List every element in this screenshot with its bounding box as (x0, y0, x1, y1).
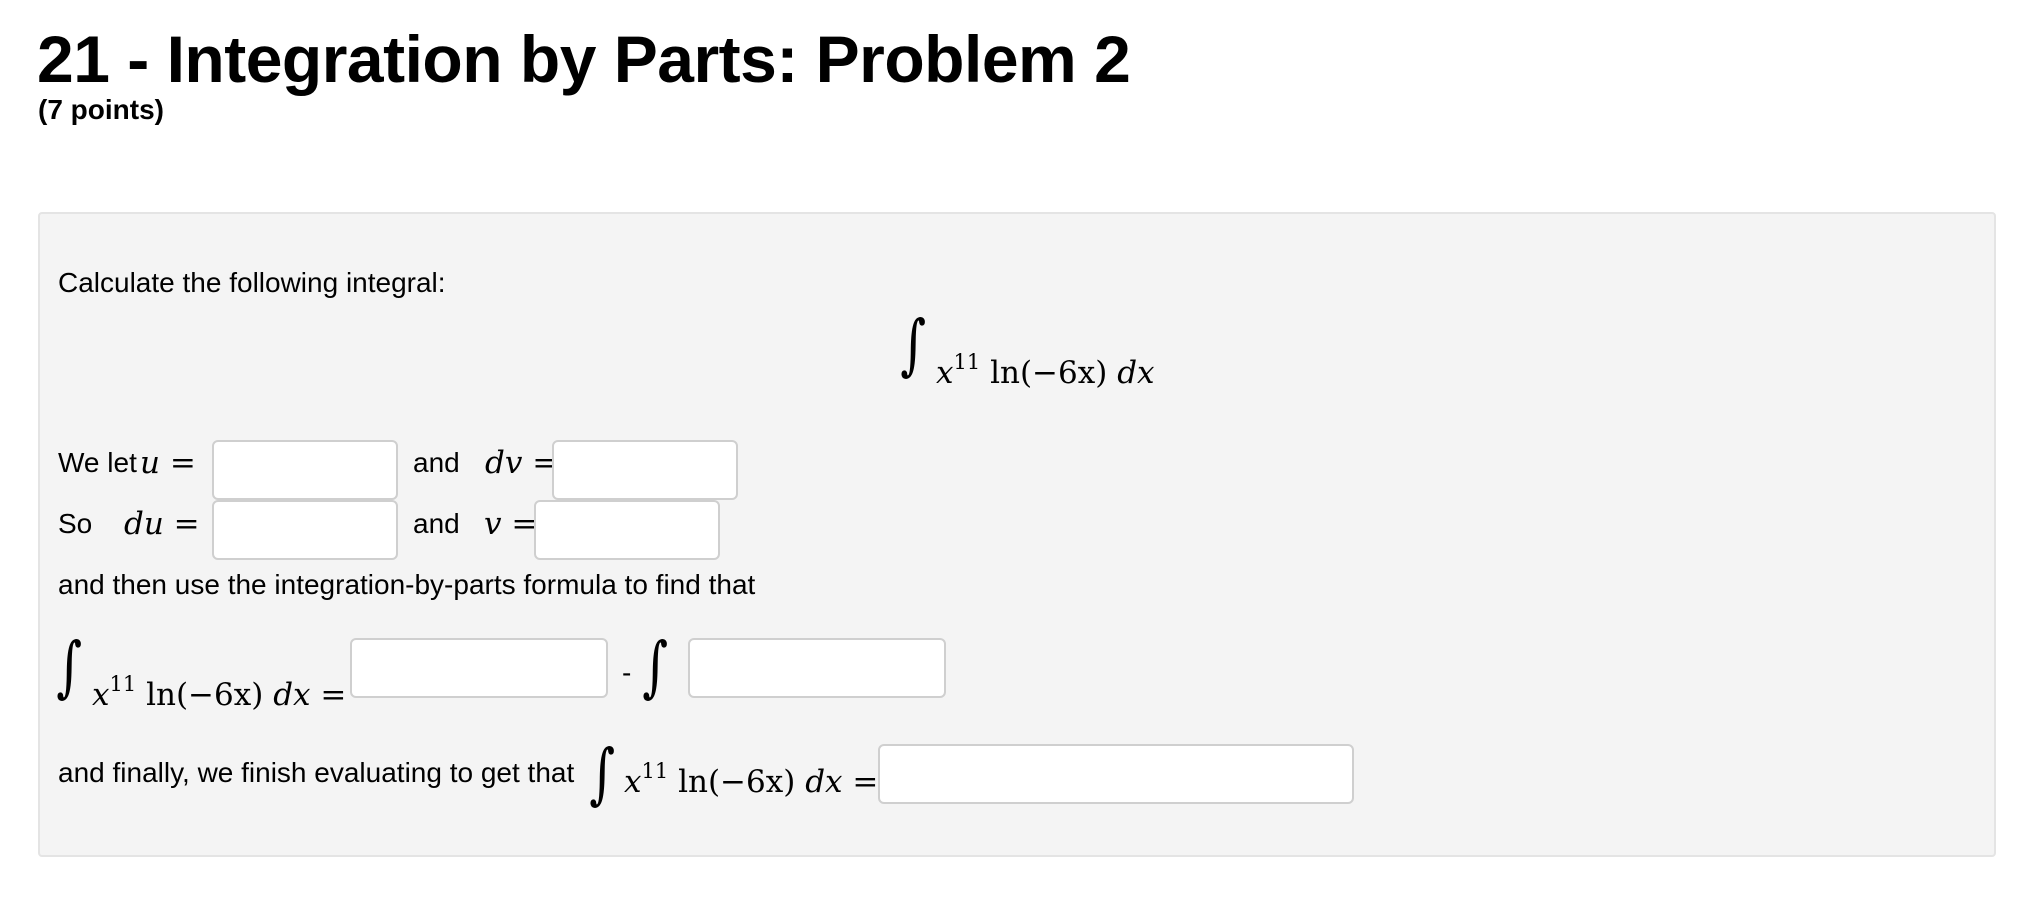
integral-sign-icon: ∫ (589, 735, 616, 812)
v-input[interactable] (534, 500, 720, 560)
and-label-1: and (413, 447, 460, 478)
remaining-integrand-input[interactable] (688, 638, 946, 698)
v-symbol: v = (484, 506, 538, 542)
u-symbol: u = (140, 445, 196, 481)
u-input[interactable] (212, 440, 398, 500)
dv-symbol: dv = (485, 445, 559, 481)
uv-term-input[interactable] (350, 638, 608, 698)
integral-sign-icon: ∫ (900, 306, 927, 383)
intro-text: Calculate the following integral: (58, 267, 446, 298)
dv-input[interactable] (552, 440, 738, 500)
integral-sign-icon: ∫ (642, 628, 669, 705)
final-text: and finally, we finish evaluating to get… (58, 757, 575, 788)
parts-lhs-expression: x11 ln(−6x) dx = (92, 672, 347, 713)
final-answer-input[interactable] (878, 744, 1354, 804)
problem-panel: Calculate the following integral: ∫ x11 … (38, 212, 1996, 857)
minus-sign: - (622, 657, 632, 688)
du-input[interactable] (212, 500, 398, 560)
we-let-label: We let (58, 447, 137, 478)
points-label: (7 points) (38, 94, 164, 125)
formula-text: and then use the integration-by-parts fo… (58, 569, 756, 600)
final-lhs-expression: x11 ln(−6x) dx = (624, 759, 879, 800)
and-label-2: and (413, 508, 460, 539)
integrand-expression: x11 ln(−6x) dx (936, 350, 1155, 391)
du-symbol: du = (124, 506, 200, 542)
so-label: So (58, 508, 93, 539)
page-title: 21 - Integration by Parts: Problem 2 (37, 22, 1131, 96)
integral-sign-icon: ∫ (56, 628, 83, 705)
